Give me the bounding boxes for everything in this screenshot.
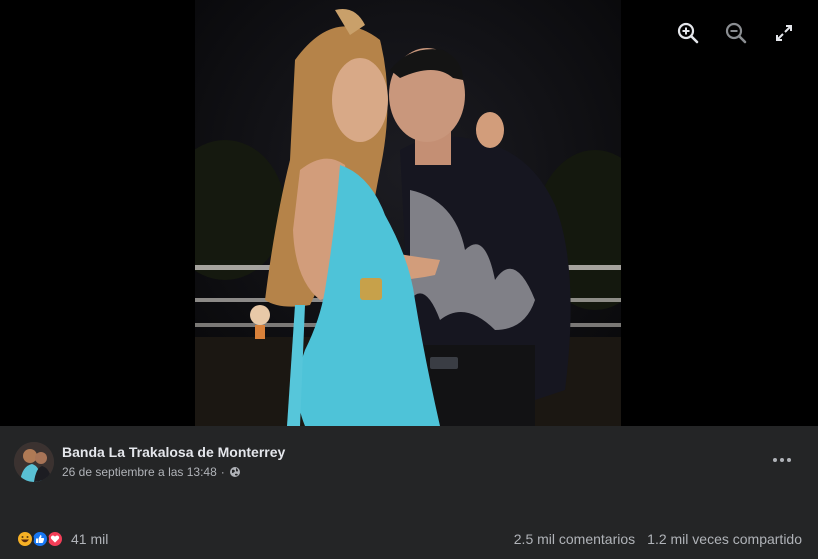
post-info-panel: Banda La Trakalosa de Monterrey 26 de se… <box>0 426 818 559</box>
viewer-toolbar <box>672 20 800 46</box>
post-meta: 26 de septiembre a las 13:48 · <box>62 464 285 480</box>
more-dot <box>780 458 784 462</box>
more-options-button[interactable] <box>768 450 796 470</box>
photo-illustration <box>195 0 621 426</box>
comments-count-link[interactable]: 2.5 mil comentarios <box>514 530 635 548</box>
reaction-count: 41 mil <box>71 531 109 547</box>
zoom-in-icon <box>677 22 699 44</box>
meta-separator: · <box>220 465 225 479</box>
zoom-out-icon <box>725 22 747 44</box>
fullscreen-icon <box>776 25 792 41</box>
zoom-in-button[interactable] <box>672 20 704 46</box>
avatar[interactable] <box>14 442 54 482</box>
post-timestamp[interactable]: 26 de septiembre a las 13:48 <box>62 464 217 480</box>
reactions-summary[interactable]: 41 mil <box>16 530 108 548</box>
post-photo[interactable] <box>195 0 621 426</box>
shares-count-link[interactable]: 1.2 mil veces compartido <box>647 530 802 548</box>
more-dot <box>787 458 791 462</box>
photo-viewer <box>0 0 818 426</box>
globe-icon <box>229 467 240 477</box>
avatar-image <box>14 442 54 482</box>
author-block: Banda La Trakalosa de Monterrey 26 de se… <box>62 442 285 480</box>
fullscreen-button[interactable] <box>768 20 800 46</box>
post-header: Banda La Trakalosa de Monterrey 26 de se… <box>14 442 285 482</box>
author-name[interactable]: Banda La Trakalosa de Monterrey <box>62 443 285 461</box>
zoom-out-button[interactable] <box>720 20 752 46</box>
haha-icon <box>16 530 34 548</box>
engagement-stats: 2.5 mil comentarios 1.2 mil veces compar… <box>514 530 802 548</box>
more-dot <box>773 458 777 462</box>
